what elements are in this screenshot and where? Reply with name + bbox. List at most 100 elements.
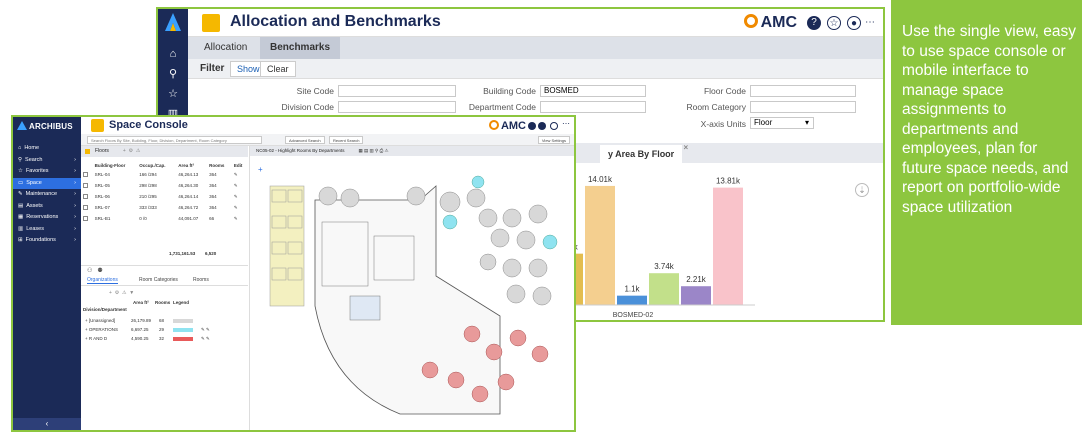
amc-logo: AMC: [488, 120, 526, 132]
collapse-button[interactable]: ‹: [13, 418, 81, 430]
sidebar-item-foundations[interactable]: ⊞ Foundations ›: [13, 235, 81, 246]
archibus-logo-icon: [17, 121, 27, 130]
x-axis-units-select[interactable]: Floor ▾: [750, 117, 814, 129]
sidebar-item-home[interactable]: ⌂ Home: [13, 143, 81, 154]
cell-floor-code: SRL-B1: [94, 216, 111, 221]
sidebar-item-label: Space: [26, 179, 42, 186]
building-code-input[interactable]: BOSMED: [540, 85, 646, 97]
tab-room-categories[interactable]: Room Categories: [139, 277, 178, 283]
view-settings-button[interactable]: View Settings: [537, 136, 570, 144]
row-checkbox-cell: [81, 180, 93, 191]
sidebar-item-reservations[interactable]: ▦ Reservations ›: [13, 212, 81, 223]
zoom-controls[interactable]: +: [258, 165, 263, 174]
cell-rooms: 364: [209, 183, 217, 188]
list-item[interactable]: + OPERATIONS 6,697.25 29 ✎ ✎: [81, 327, 248, 335]
room-category-input[interactable]: [750, 101, 856, 113]
table-row[interactable]: SRL-07 333 /333 46,264.72 364 ✎: [81, 202, 248, 213]
floor-plan-tool-icons[interactable]: ▦ ▤ ▥ ⚲ ⎙ ⚠: [359, 148, 389, 153]
row-checkbox[interactable]: [83, 204, 88, 210]
tab-allocation[interactable]: Allocation: [194, 37, 257, 59]
recent-search-button[interactable]: Recent Search: [329, 136, 364, 144]
row-checkbox-cell: [81, 202, 93, 213]
department-code-input[interactable]: [540, 101, 646, 113]
sidebar-item-label: Reservations: [26, 214, 59, 220]
sidebar-item-assets[interactable]: ▤ Assets ›: [13, 201, 81, 212]
col-legend: Legend: [173, 300, 190, 305]
sidebar-item-space[interactable]: ▭ Space ›: [13, 177, 81, 189]
sidebar-item-favorites[interactable]: ☆ Favorites ›: [13, 166, 81, 177]
sidebar-item-search[interactable]: ⚲ Search ›: [13, 155, 81, 166]
tab-organizations[interactable]: Organizations: [87, 277, 118, 284]
table-row[interactable]: SRL-06 210 /295 46,264.14 364 ✎: [81, 191, 248, 202]
cell-floor-code: SRL-07: [94, 205, 110, 210]
edit-icon[interactable]: ✎: [232, 180, 248, 191]
tab-rooms[interactable]: Rooms: [193, 277, 209, 283]
brand-text: ARCHIBUS: [29, 122, 73, 131]
row-checkbox[interactable]: [83, 182, 88, 188]
more-icon[interactable]: ⋯: [562, 119, 570, 128]
org-tool-icons[interactable]: + ⚙ ⚠ ▼: [109, 290, 134, 296]
edit-icon[interactable]: ✎: [232, 202, 248, 213]
col-rooms: Rooms: [209, 163, 225, 168]
table-row[interactable]: SRL-04 166 /294 46,264.13 364 ✎: [81, 169, 248, 180]
edit-icon[interactable]: ✎: [232, 191, 248, 202]
home-icon[interactable]: ⌂: [166, 47, 180, 61]
more-icon[interactable]: ⋯: [863, 16, 877, 30]
org-area: 4,590.25: [131, 336, 149, 341]
row-checkbox[interactable]: [83, 215, 88, 221]
sidebar-item-leases[interactable]: ▥ Leases ›: [13, 224, 81, 235]
zoom-in-icon[interactable]: +: [258, 165, 263, 174]
search-icon[interactable]: ⚲: [166, 67, 180, 81]
promo-text: Use the single view, easy to use space c…: [902, 23, 1077, 216]
floors-table-header: Building-Floor Occup./Cap. Area ft² Room…: [81, 158, 248, 169]
x-axis-units-value: Floor: [754, 118, 773, 127]
x-tick-label: BOSMED-02: [613, 312, 654, 319]
cell-area: 46,264.13: [178, 172, 199, 177]
sidebar-item-label: Assets: [26, 202, 43, 209]
chart-bar[interactable]: [617, 295, 647, 305]
clear-button[interactable]: Clear: [260, 61, 296, 77]
chart-bar[interactable]: [713, 187, 743, 305]
floors-tool-icons[interactable]: + ⚙ ⚠: [123, 148, 140, 154]
assets-icon: ▤: [18, 202, 24, 209]
sidebar-item-maintenance[interactable]: ✎ Maintenance ›: [13, 189, 81, 200]
sidebar-item-label: Search: [25, 156, 43, 163]
search-input[interactable]: Search Floors By Site, Building, Floor, …: [87, 136, 262, 144]
chart-bar[interactable]: [681, 286, 711, 305]
table-row[interactable]: SRL-05 298 /298 46,264.30 364 ✎: [81, 180, 248, 191]
edit-icon[interactable]: ✎: [232, 213, 248, 224]
bar-data-label: 2.21k: [686, 275, 707, 284]
panel-switch-icons[interactable]: ⚇ ⚉: [87, 267, 103, 274]
floor-code-label: Floor Code: [703, 86, 746, 96]
star-icon[interactable]: ☆: [166, 87, 180, 101]
floor-plan-panel: NC05-02 - Highlight Rooms By Departments…: [249, 146, 574, 430]
advanced-search-button[interactable]: Advanced Search: [285, 136, 325, 144]
cell-occupancy: 298 /298: [139, 183, 157, 188]
list-item[interactable]: + [Unassigned] 26,179.89 68: [81, 318, 248, 326]
user-icon[interactable]: ●: [847, 16, 861, 30]
floor-code-input[interactable]: [750, 85, 856, 97]
calendar-icon: ▦: [18, 214, 24, 220]
chart-bar[interactable]: [649, 273, 679, 305]
star-icon[interactable]: [538, 122, 546, 130]
tab-benchmarks[interactable]: Benchmarks: [260, 37, 341, 59]
row-checkbox-cell: [81, 191, 93, 202]
page-title: Allocation and Benchmarks: [230, 13, 441, 30]
chevron-right-icon: ›: [74, 225, 76, 232]
user-icon[interactable]: [550, 122, 558, 130]
sidebar-item-label: Leases: [26, 225, 44, 232]
chevron-right-icon: ›: [74, 202, 76, 209]
cell-area: 46,264.14: [178, 194, 199, 199]
edit-icon[interactable]: ✎ ✎: [201, 327, 210, 333]
favorite-icon[interactable]: ☆: [827, 16, 841, 30]
row-checkbox[interactable]: [83, 193, 88, 199]
col-org-rooms: Rooms: [155, 300, 171, 305]
edit-icon[interactable]: ✎: [232, 169, 248, 180]
chart-bar[interactable]: [585, 185, 615, 305]
row-checkbox[interactable]: [83, 171, 88, 177]
help-icon[interactable]: [528, 122, 536, 130]
edit-icon[interactable]: ✎ ✎: [201, 336, 210, 342]
list-item[interactable]: + R AND D 4,590.25 32 ✎ ✎: [81, 336, 248, 344]
table-row[interactable]: SRL-B1 0 /0 44,091.07 66 ✎: [81, 213, 248, 224]
help-icon[interactable]: ?: [807, 16, 821, 30]
